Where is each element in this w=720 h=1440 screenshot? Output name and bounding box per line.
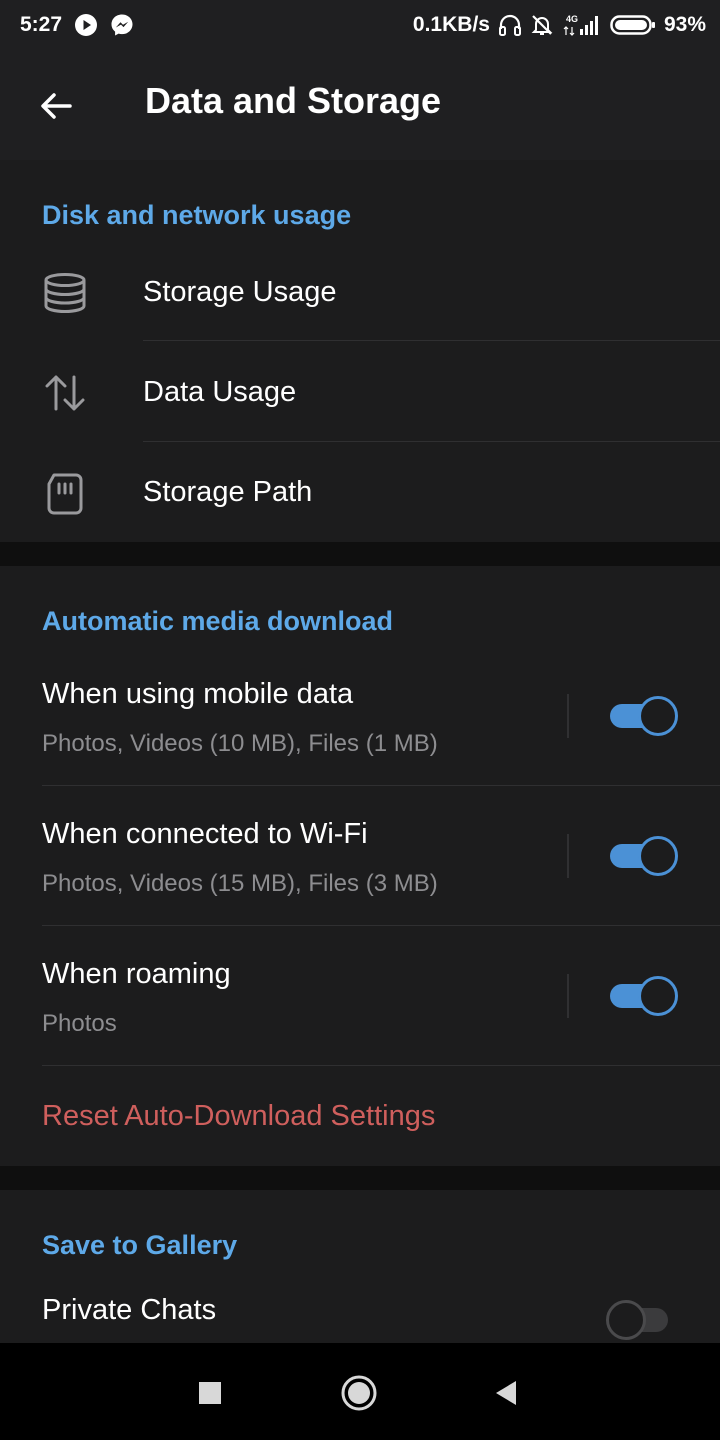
arrow-left-icon: [41, 93, 72, 119]
play-icon: [74, 13, 98, 37]
status-time: 5:27: [20, 13, 63, 36]
section-title-disk: Disk and network usage: [42, 200, 352, 230]
status-bar: 5:27 0.1KB/s 4G 93%: [0, 0, 720, 50]
mobile-data-subtitle: Photos, Videos (10 MB), Files (1 MB): [42, 730, 438, 757]
mobile-data-toggle[interactable]: [608, 696, 678, 736]
messenger-icon: [110, 13, 134, 37]
storage-path-label: Storage Path: [143, 476, 313, 508]
vertical-separator: [567, 694, 569, 738]
private-chats-title: Private Chats: [42, 1294, 217, 1326]
wifi-subtitle: Photos, Videos (15 MB), Files (3 MB): [42, 870, 438, 897]
page-title: Data and Storage: [145, 80, 442, 121]
roaming-title: When roaming: [42, 958, 231, 990]
recents-square-icon: [199, 1382, 221, 1404]
disk-network-section: Disk and network usage Storage Usage Dat…: [0, 160, 720, 542]
data-usage-item[interactable]: Data Usage: [0, 342, 720, 442]
home-button[interactable]: [337, 1371, 381, 1415]
back-nav-button[interactable]: [484, 1371, 528, 1415]
mobile-data-item[interactable]: When using mobile data Photos, Videos (1…: [0, 646, 720, 786]
battery-percent: 93%: [663, 13, 706, 36]
network-type-label: 4G: [566, 14, 578, 24]
sd-card-icon: [42, 471, 88, 517]
signal-icon: 4G: [562, 13, 602, 37]
divider: [143, 441, 720, 442]
divider: [143, 340, 720, 341]
data-usage-label: Data Usage: [143, 376, 297, 408]
save-to-gallery-section: Save to Gallery Private Chats: [0, 1190, 720, 1343]
vertical-separator: [567, 834, 569, 878]
system-nav-bar: [0, 1343, 720, 1440]
wifi-title: When connected to Wi-Fi: [42, 818, 368, 850]
back-button[interactable]: [34, 84, 78, 128]
roaming-subtitle: Photos: [42, 1010, 117, 1037]
private-chats-toggle[interactable]: [606, 1300, 678, 1340]
network-speed: 0.1KB/s: [412, 13, 490, 36]
recents-button[interactable]: [188, 1371, 232, 1415]
headphones-icon: [498, 13, 522, 37]
wifi-item[interactable]: When connected to Wi-Fi Photos, Videos (…: [0, 786, 720, 926]
roaming-toggle[interactable]: [608, 976, 678, 1016]
private-chats-item[interactable]: Private Chats: [0, 1278, 720, 1343]
wifi-toggle[interactable]: [608, 836, 678, 876]
database-icon: [42, 270, 88, 316]
section-title-auto-download: Automatic media download: [42, 606, 394, 636]
vertical-separator: [567, 974, 569, 1018]
section-title-gallery: Save to Gallery: [42, 1230, 238, 1260]
app-header: Data and Storage: [0, 50, 720, 160]
auto-download-section: Automatic media download When using mobi…: [0, 566, 720, 1166]
up-down-arrows-icon: [42, 370, 88, 416]
home-circle-icon: [341, 1375, 377, 1411]
mobile-data-title: When using mobile data: [42, 678, 354, 710]
reset-auto-download-button[interactable]: Reset Auto-Download Settings: [42, 1100, 435, 1133]
storage-usage-item[interactable]: Storage Usage: [0, 242, 720, 342]
bell-off-icon: [530, 13, 554, 37]
storage-usage-label: Storage Usage: [143, 276, 337, 308]
back-triangle-icon: [496, 1381, 516, 1405]
storage-path-item[interactable]: Storage Path: [0, 443, 720, 542]
battery-icon: [610, 13, 656, 37]
divider: [42, 1065, 720, 1066]
roaming-item[interactable]: When roaming Photos: [0, 926, 720, 1066]
